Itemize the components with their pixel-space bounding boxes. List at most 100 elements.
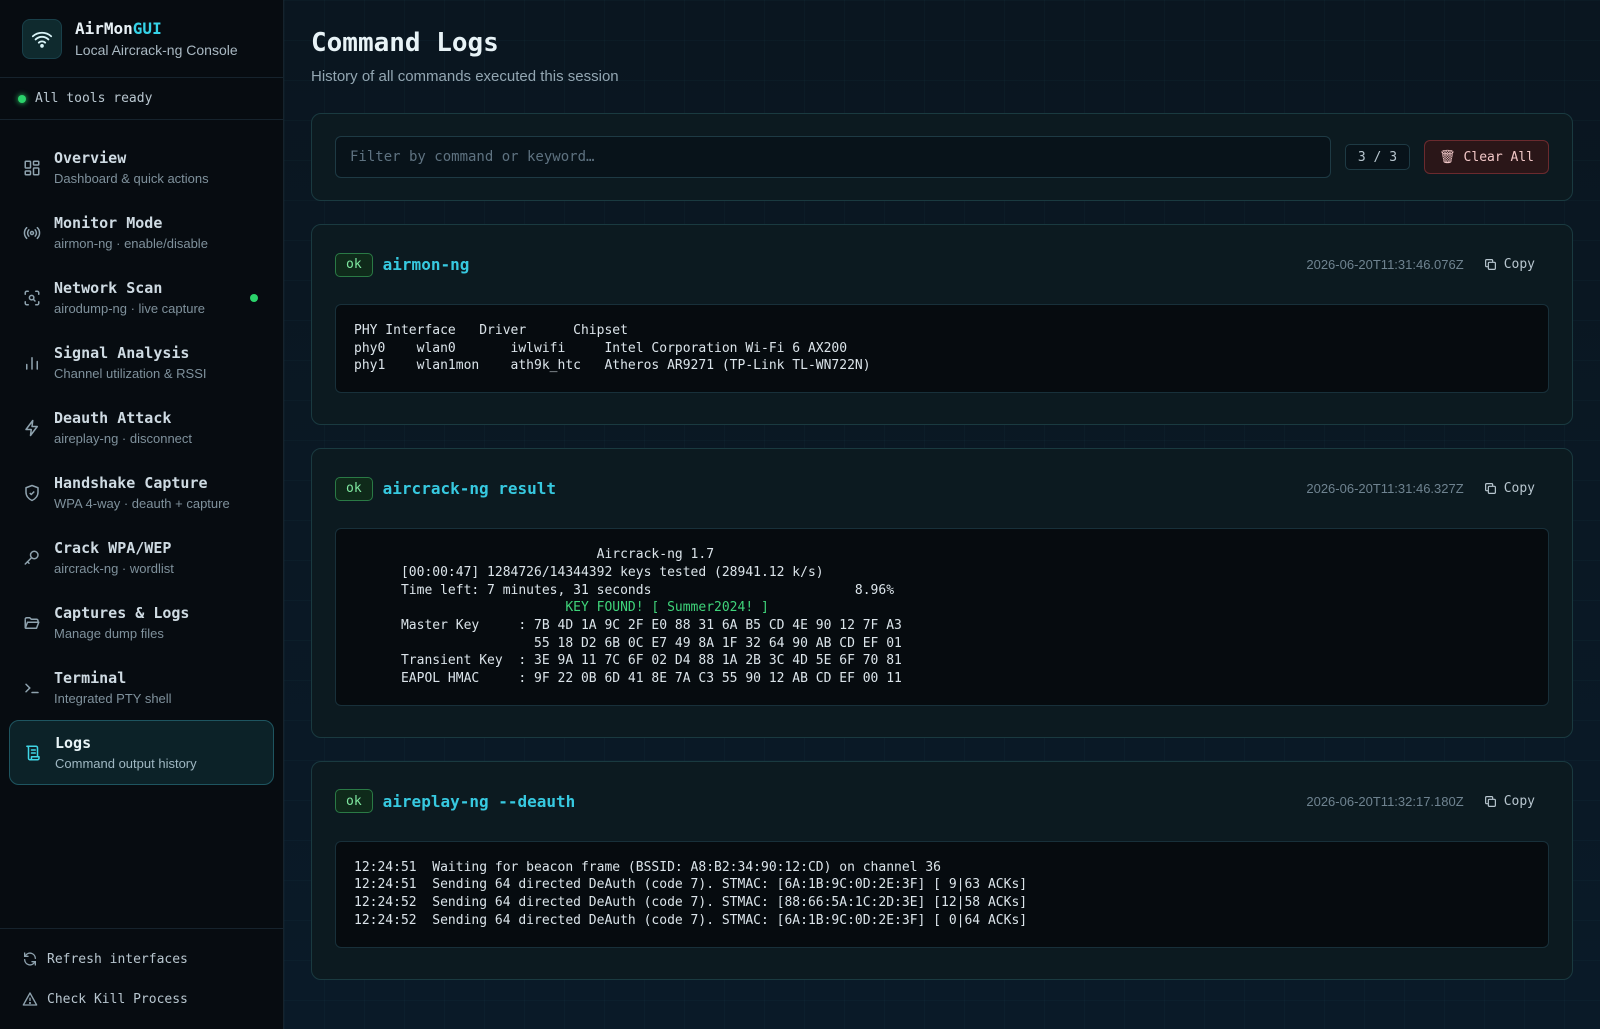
clear-all-label: Clear All: [1463, 149, 1534, 165]
status-badge: ok: [335, 476, 373, 501]
sidebar-item-label: Deauth Attack: [54, 409, 172, 427]
log-command-name: aireplay-ng --deauth: [382, 791, 576, 811]
log-timestamp: 2026-06-20T11:32:17.180Z: [1306, 793, 1464, 809]
sidebar-item-logs[interactable]: Logs Command output history: [9, 720, 274, 785]
tools-status: All tools ready: [0, 78, 283, 120]
status-text: All tools ready: [35, 91, 153, 106]
log-line: 12:24:51 Sending 64 directed DeAuth (cod…: [354, 877, 1028, 893]
sidebar-item-label: Logs: [55, 734, 92, 752]
log-output: 12:24:51 Waiting for beacon frame (BSSID…: [335, 840, 1549, 948]
shield-check-icon: [22, 483, 42, 503]
sidebar-item-network-scan[interactable]: Network Scan airodump-ng · live capture: [9, 265, 274, 330]
log-line: 55 18 D2 6B 0C E7 49 8A 1F 32 64 90 AB C…: [354, 635, 902, 651]
terminal-icon: [22, 678, 42, 698]
status-badge: ok: [335, 252, 373, 277]
copy-button[interactable]: Copy: [1484, 257, 1549, 272]
refresh-interfaces-label: Refresh interfaces: [47, 951, 188, 967]
log-command-name: airmon-ng: [382, 255, 470, 274]
bolt-icon: [22, 418, 42, 438]
sidebar-nav: Overview Dashboard & quick actions Monito…: [0, 120, 283, 785]
log-line: phy1 wlan1mon ath9k_htc Atheros AR9271 (…: [354, 358, 871, 374]
log-timestamp: 2026-06-20T11:31:46.076Z: [1306, 257, 1464, 272]
check-kill-label: Check Kill Process: [47, 991, 188, 1007]
broadcast-icon: [22, 223, 42, 243]
log-line: PHY Interface Driver Chipset: [354, 323, 628, 338]
log-line: 12:24:52 Sending 64 directed DeAuth (cod…: [354, 912, 1028, 928]
log-entry: ok aireplay-ng --deauth 2026-06-20T11:32…: [311, 760, 1573, 980]
copy-icon: [1484, 258, 1497, 271]
sidebar-item-label: Overview: [54, 149, 127, 167]
sidebar-item-overview[interactable]: Overview Dashboard & quick actions: [9, 135, 274, 200]
sidebar-item-sub: WPA 4-way · deauth + capture: [54, 496, 230, 511]
log-line: EAPOL HMAC : 9F 22 0B 6D 41 8E 7A C3 55 …: [354, 671, 902, 687]
refresh-interfaces-button[interactable]: Refresh interfaces: [0, 939, 283, 979]
sidebar-item-label: Signal Analysis: [54, 344, 190, 362]
live-indicator: [250, 294, 258, 302]
sidebar-item-label: Monitor Mode: [54, 214, 163, 232]
status-badge: ok: [335, 789, 373, 814]
trash-icon: 🗑: [1439, 149, 1456, 165]
sidebar-item-label: Captures & Logs: [54, 604, 190, 622]
copy-icon: [1484, 795, 1497, 808]
sidebar-item-captures-logs[interactable]: Captures & Logs Manage dump files: [9, 590, 274, 655]
sidebar-item-crack-wpa-wep[interactable]: Crack WPA/WEP aircrack-ng · wordlist: [9, 525, 274, 590]
sidebar-item-label: Handshake Capture: [54, 474, 208, 492]
filter-input[interactable]: [335, 136, 1331, 178]
log-timestamp: 2026-06-20T11:31:46.327Z: [1306, 481, 1464, 497]
sidebar-item-sub: Command output history: [55, 756, 197, 771]
log-line: 12:24:52 Sending 64 directed DeAuth (cod…: [354, 895, 1028, 911]
copy-button[interactable]: Copy: [1484, 794, 1549, 809]
log-entry: ok airmon-ng 2026-06-20T11:31:46.076Z Co…: [311, 224, 1573, 426]
sidebar-item-deauth-attack[interactable]: Deauth Attack aireplay-ng · disconnect: [9, 395, 274, 460]
log-count: 3 / 3: [1344, 144, 1411, 170]
log-line: Master Key : 7B 4D 1A 9C 2F E0 88 31 6A …: [354, 617, 902, 633]
copy-icon: [1484, 482, 1497, 495]
sidebar-item-sub: airmon-ng · enable/disable: [54, 236, 208, 251]
sidebar-item-sub: Dashboard & quick actions: [54, 171, 209, 186]
sidebar-item-handshake-capture[interactable]: Handshake Capture WPA 4-way · deauth + ca…: [9, 460, 274, 525]
log-line: Aircrack-ng 1.7: [354, 547, 715, 563]
sidebar-item-label: Network Scan: [54, 279, 163, 297]
sidebar-item-sub: aireplay-ng · disconnect: [54, 431, 193, 446]
sidebar-item-terminal[interactable]: Terminal Integrated PTY shell: [9, 655, 274, 720]
copy-label: Copy: [1503, 793, 1535, 809]
page-title: Command Logs: [311, 28, 499, 58]
folder-open-icon: [22, 613, 42, 633]
log-entry: ok aircrack-ng result 2026-06-20T11:31:4…: [311, 448, 1573, 738]
log-line: [00:00:47] 1284726/14344392 keys tested …: [354, 564, 824, 580]
log-line: Time left: 7 minutes, 31 seconds 8.96%: [354, 582, 895, 598]
warning-icon: [22, 991, 38, 1007]
sidebar-item-sub: Channel utilization & RSSI: [54, 366, 207, 381]
log-output: PHY Interface Driver Chipset phy0 wlan0 i…: [335, 304, 1549, 394]
log-output: Aircrack-ng 1.7 [00:00:47] 1284726/14344…: [335, 528, 1549, 706]
brand: AirMonGUI Local Aircrack-ng Console: [0, 0, 283, 78]
sidebar-item-sub: airodump-ng · live capture: [54, 301, 206, 316]
log-header: ok aireplay-ng --deauth 2026-06-20T11:32…: [335, 762, 1549, 841]
key-icon: [22, 548, 42, 568]
copy-button[interactable]: Copy: [1484, 481, 1549, 496]
status-dot: [18, 94, 26, 103]
sidebar-item-signal-analysis[interactable]: Signal Analysis Channel utilization & RSS…: [9, 330, 274, 395]
sidebar-item-sub: aircrack-ng · wordlist: [54, 561, 174, 576]
log-command-name: aircrack-ng result: [382, 479, 557, 499]
app-title: AirMonGUI: [75, 19, 162, 38]
scroll-icon: [23, 743, 43, 763]
key-found-line: KEY FOUND! [ Summer2024! ]: [354, 600, 769, 616]
scan-icon: [22, 288, 42, 308]
check-kill-button[interactable]: Check Kill Process: [0, 979, 283, 1019]
refresh-icon: [22, 951, 38, 967]
log-line: phy0 wlan0 iwlwifi Intel Corporation Wi-…: [354, 340, 848, 356]
sidebar-item-sub: Integrated PTY shell: [54, 691, 172, 706]
wifi-icon: [22, 18, 62, 59]
log-line: Transient Key : 3E 9A 11 7C 6F 02 D4 88 …: [354, 653, 902, 669]
sidebar-footer: Refresh interfaces Check Kill Process: [0, 928, 283, 1029]
sidebar-item-monitor-mode[interactable]: Monitor Mode airmon-ng · enable/disable: [9, 200, 274, 265]
filter-bar: 3 / 3 🗑 Clear All: [311, 113, 1573, 201]
sidebar-item-label: Terminal: [54, 669, 127, 687]
page-subtitle: History of all commands executed this se…: [311, 68, 619, 85]
log-header: ok airmon-ng 2026-06-20T11:31:46.076Z Co…: [335, 225, 1549, 304]
copy-label: Copy: [1503, 481, 1535, 497]
grid-icon: [22, 158, 42, 178]
clear-all-button[interactable]: 🗑 Clear All: [1424, 140, 1549, 174]
main-content: Command Logs History of all commands exe…: [284, 0, 1600, 1029]
